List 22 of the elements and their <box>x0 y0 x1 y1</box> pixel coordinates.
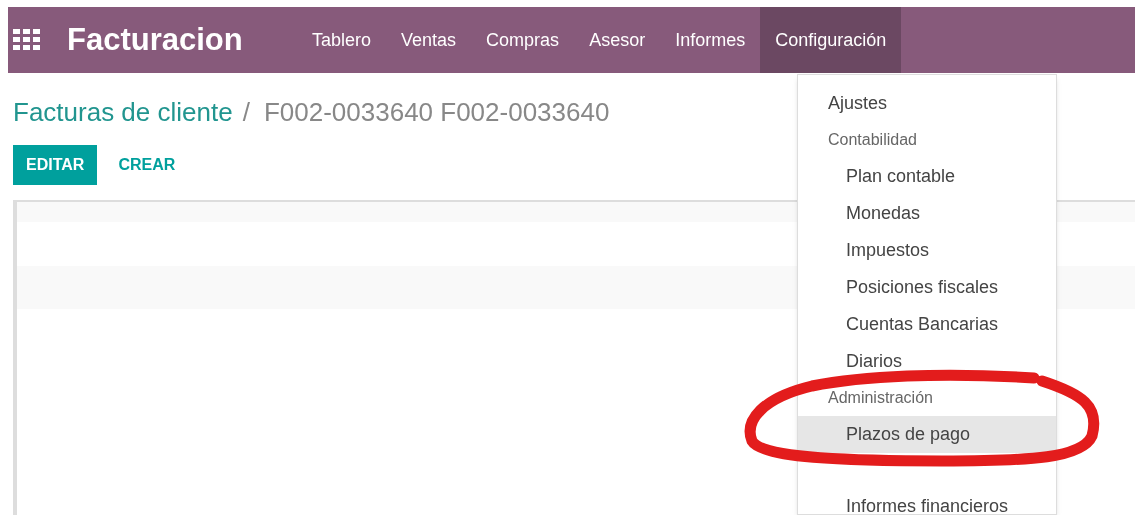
breadcrumb-separator: / <box>242 96 250 129</box>
navbar-menu[interactable]: Configuración <box>760 7 902 73</box>
dropdown-item[interactable]: Posiciones fiscales <box>798 269 1056 306</box>
dropdown-item[interactable]: Diarios <box>798 343 1056 380</box>
apps-menu-icon[interactable] <box>13 29 40 51</box>
dropdown-item[interactable]: Impuestos <box>798 232 1056 269</box>
dropdown-item[interactable]: Cuentas Bancarias <box>798 306 1056 343</box>
breadcrumb-current: F002-0033640 F002-0033640 <box>263 96 610 129</box>
dropdown-item[interactable]: Plan contable <box>798 158 1056 195</box>
navbar-menu[interactable]: Asesor <box>574 7 661 73</box>
app-title: Facturacion <box>67 20 244 59</box>
navbar-menu[interactable]: Informes <box>660 7 761 73</box>
dropdown-item[interactable]: Plazos de pago <box>798 416 1056 453</box>
navbar-menu[interactable]: Compras <box>471 7 575 73</box>
dropdown-item[interactable]: Ajustes <box>798 85 1056 122</box>
breadcrumb-link[interactable]: Facturas de cliente <box>13 93 233 132</box>
navbar-menu[interactable]: Ventas <box>386 7 472 73</box>
navbar-menu[interactable]: Tablero <box>297 7 387 73</box>
dropdown-item[interactable]: Monedas <box>798 195 1056 232</box>
menu-section-header: Contabilidad <box>827 130 918 150</box>
menu-section-header: Administración <box>827 388 934 408</box>
dropdown-item[interactable]: Informes financieros <box>798 488 1056 514</box>
